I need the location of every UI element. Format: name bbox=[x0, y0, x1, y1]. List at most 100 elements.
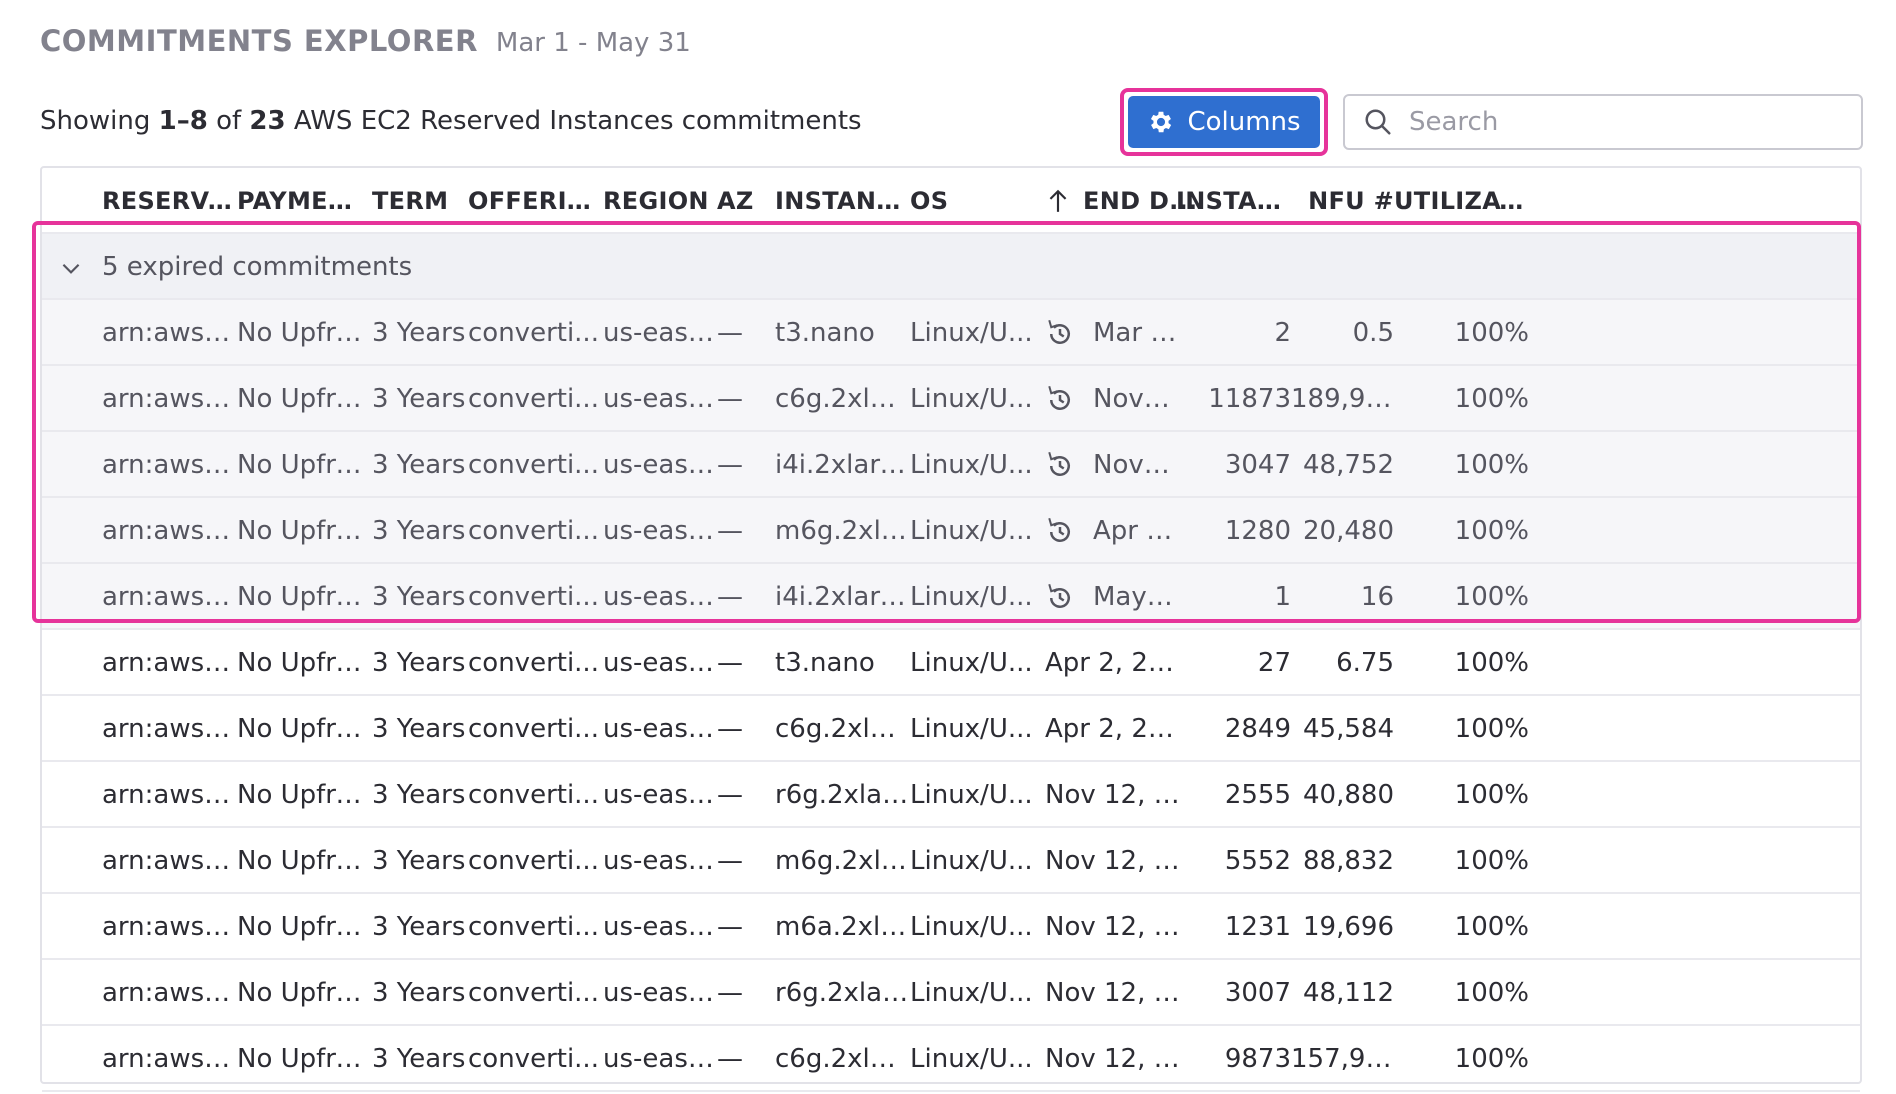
cell-payment: No Upfro... bbox=[237, 912, 372, 942]
cell-region: us-east-1 bbox=[603, 1044, 717, 1074]
history-icon bbox=[1048, 385, 1070, 410]
cell-payment: No Upfro... bbox=[237, 1044, 372, 1074]
column-header-os[interactable]: OS bbox=[910, 168, 1045, 234]
cell-instance-type: m6g.2xla... bbox=[775, 516, 910, 546]
summary-prefix: Showing bbox=[40, 106, 159, 136]
cell-utilization: 100% bbox=[1454, 780, 1529, 810]
cell-nfu: 19,696 bbox=[1303, 912, 1394, 942]
cell-offering: converti... bbox=[468, 450, 599, 480]
summary-total: 23 bbox=[249, 106, 286, 136]
search-box[interactable] bbox=[1343, 94, 1863, 150]
cell-utilization: 100% bbox=[1454, 648, 1529, 678]
cell-nfu: 48,752 bbox=[1303, 450, 1394, 480]
cell-az: — bbox=[717, 648, 743, 678]
column-header-instance-type[interactable]: INSTANC... bbox=[775, 168, 910, 234]
cell-offering: converti... bbox=[468, 318, 599, 348]
table-row[interactable]: arn:aws:... No Upfro... 3 Years converti...… bbox=[42, 300, 1860, 366]
cell-payment: No Upfro... bbox=[237, 318, 372, 348]
cell-nfu: 157,968 bbox=[1291, 1044, 1394, 1074]
cell-end-date: Apr 2, 2026 bbox=[1045, 714, 1185, 744]
cell-term: 3 Years bbox=[372, 714, 466, 744]
column-header-term[interactable]: TERM bbox=[372, 168, 468, 234]
summary-suffix: AWS EC2 Reserved Instances commitments bbox=[285, 106, 862, 136]
cell-end-date: Nov 12, 2026 bbox=[1045, 846, 1185, 876]
cell-nfu: 6.75 bbox=[1336, 648, 1394, 678]
cell-utilization: 100% bbox=[1454, 384, 1529, 414]
cell-end-date: Nov 12, 2025 bbox=[1093, 450, 1177, 480]
arrow-up-icon[interactable] bbox=[1045, 187, 1071, 215]
column-header-utilization[interactable]: UTILIZATI... bbox=[1394, 168, 1529, 234]
cell-instance-count: 5552 bbox=[1224, 846, 1291, 876]
cell-reservation: arn:aws:... bbox=[102, 582, 237, 612]
cell-offering: converti... bbox=[468, 516, 599, 546]
cell-term: 3 Years bbox=[372, 780, 466, 810]
cell-nfu: 45,584 bbox=[1303, 714, 1394, 744]
cell-utilization: 100% bbox=[1454, 450, 1529, 480]
cell-offering: converti... bbox=[468, 978, 599, 1008]
cell-payment: No Upfro... bbox=[237, 582, 372, 612]
cell-region: us-east-1 bbox=[603, 714, 717, 744]
chevron-down-icon[interactable] bbox=[58, 234, 98, 300]
cell-os: Linux/U... bbox=[910, 384, 1033, 414]
gear-icon bbox=[1151, 111, 1172, 133]
expired-group-row[interactable]: 5 expired commitments bbox=[42, 234, 1860, 300]
table-row[interactable]: arn:aws:... No Upfro... 3 Years converti...… bbox=[42, 828, 1860, 894]
column-header-reservation[interactable]: RESERVAT... bbox=[102, 168, 237, 234]
cell-payment: No Upfro... bbox=[237, 450, 372, 480]
column-header-region[interactable]: REGION bbox=[603, 168, 717, 234]
cell-nfu: 48,112 bbox=[1303, 978, 1394, 1008]
cell-payment: No Upfro... bbox=[237, 714, 372, 744]
table-row[interactable]: arn:aws:... No Upfro... 3 Years converti...… bbox=[42, 960, 1860, 1026]
cell-offering: converti... bbox=[468, 714, 599, 744]
cell-os: Linux/U... bbox=[910, 582, 1033, 612]
cell-term: 3 Years bbox=[372, 384, 466, 414]
cell-utilization: 100% bbox=[1454, 1044, 1529, 1074]
cell-term: 3 Years bbox=[372, 1044, 466, 1074]
cell-instance-count: 1231 bbox=[1224, 912, 1291, 942]
cell-instance-type: m6g.2xla... bbox=[775, 846, 910, 876]
cell-end-date: Mar 1, 2026 bbox=[1093, 318, 1177, 348]
table-row[interactable]: arn:aws:... No Upfro... 3 Years converti...… bbox=[42, 762, 1860, 828]
results-summary: Showing 1–8 of 23 AWS EC2 Reserved Insta… bbox=[40, 106, 862, 136]
cell-utilization: 100% bbox=[1454, 714, 1529, 744]
cell-az: — bbox=[717, 582, 743, 612]
table-row[interactable]: arn:aws:... No Upfro... 3 Years converti...… bbox=[42, 366, 1860, 432]
cell-nfu: 16 bbox=[1360, 582, 1394, 612]
cell-reservation: arn:aws:... bbox=[102, 450, 237, 480]
cell-utilization: 100% bbox=[1454, 912, 1529, 942]
table-row[interactable]: arn:aws:... No Upfro... 3 Years converti...… bbox=[42, 498, 1860, 564]
columns-button[interactable]: Columns bbox=[1128, 96, 1320, 148]
cell-instance-count: 1 bbox=[1274, 582, 1291, 612]
cell-nfu: 40,880 bbox=[1303, 780, 1394, 810]
cell-payment: No Upfro... bbox=[237, 846, 372, 876]
cell-end-date: Nov 12, 2026 bbox=[1045, 1044, 1185, 1074]
cell-end-date: May 5, 2026 bbox=[1093, 582, 1177, 612]
cell-utilization: 100% bbox=[1454, 516, 1529, 546]
cell-region: us-east-1 bbox=[603, 846, 717, 876]
cell-az: — bbox=[717, 516, 743, 546]
cell-region: us-east-1 bbox=[603, 450, 717, 480]
cell-region: us-east-1 bbox=[603, 318, 717, 348]
column-header-payment[interactable]: PAYMENT... bbox=[237, 168, 372, 234]
column-header-instance-count[interactable]: INSTANC... bbox=[1176, 168, 1291, 234]
table-row[interactable]: arn:aws:... No Upfro... 3 Years converti...… bbox=[42, 630, 1860, 696]
table-row[interactable]: arn:aws:... No Upfro... 3 Years converti...… bbox=[42, 1026, 1860, 1092]
search-input[interactable] bbox=[1407, 106, 1851, 138]
commitments-table: RESERVAT...PAYMENT...TERMOFFERIN...REGIO… bbox=[40, 166, 1862, 1092]
cell-end-date: Apr 2, 2026 bbox=[1045, 648, 1185, 678]
column-header-offering[interactable]: OFFERIN... bbox=[468, 168, 603, 234]
cell-instance-type: t3.nano bbox=[775, 648, 875, 678]
cell-os: Linux/U... bbox=[910, 318, 1033, 348]
column-header-az[interactable]: AZ bbox=[717, 168, 775, 234]
table-row[interactable]: arn:aws:... No Upfro... 3 Years converti...… bbox=[42, 696, 1860, 762]
cell-os: Linux/U... bbox=[910, 516, 1033, 546]
cell-az: — bbox=[717, 978, 743, 1008]
column-header-nfu[interactable]: NFU # bbox=[1291, 168, 1394, 234]
cell-offering: converti... bbox=[468, 648, 599, 678]
table-row[interactable]: arn:aws:... No Upfro... 3 Years converti...… bbox=[42, 894, 1860, 960]
summary-range: 1–8 bbox=[158, 106, 208, 136]
table-row[interactable]: arn:aws:... No Upfro... 3 Years converti...… bbox=[42, 432, 1860, 498]
cell-os: Linux/U... bbox=[910, 978, 1033, 1008]
cell-instance-type: t3.nano bbox=[775, 318, 875, 348]
table-row[interactable]: arn:aws:... No Upfro... 3 Years converti...… bbox=[42, 564, 1860, 630]
